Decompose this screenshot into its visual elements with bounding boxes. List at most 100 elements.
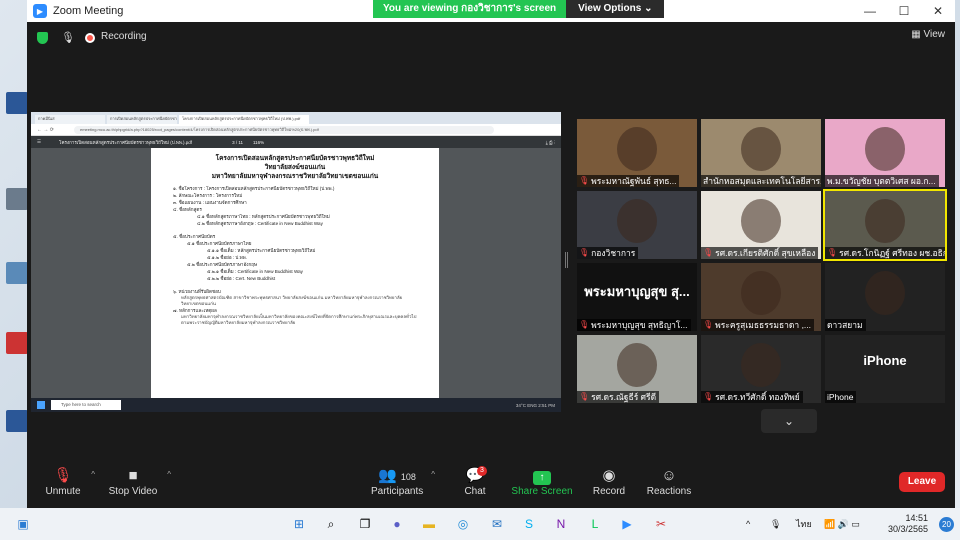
url-field: emeeting.mcu.ac.th/phpgrid/a.php?18025/r… bbox=[73, 125, 494, 134]
participant-video bbox=[617, 127, 657, 171]
windows-start-icon[interactable]: ⊞ bbox=[290, 516, 308, 532]
chat-label: Chat bbox=[464, 486, 486, 497]
participant-name-label: 🎙 รศ.ดร.ณัฐธีร์ ศรีดี bbox=[577, 391, 660, 403]
caret-up-icon[interactable]: ^ bbox=[167, 470, 171, 479]
participant-tile[interactable]: 🎙 รศ.ดร.เกียรติศักดิ์ สุขเหลือง bbox=[701, 191, 821, 259]
smiley-icon: ☺ bbox=[661, 467, 677, 484]
file-explorer-icon[interactable]: ▬ bbox=[420, 516, 438, 532]
doc-heading-line: มหาวิทยาลัยมหาจุฬาลงกรณราชวิทยาลัยวิทยาเ… bbox=[211, 173, 379, 180]
participant-name-label: พ.ม.ขวัญชัย บุตตวิเศส ผอ.ก... bbox=[825, 175, 939, 187]
reactions-button[interactable]: ☺ Reactions bbox=[645, 466, 693, 497]
participant-tile[interactable]: พ.ม.ขวัญชัย บุตตวิเศส ผอ.ก... bbox=[825, 119, 945, 187]
doc-paragraph-2: มหาวิทยาลัยมหาจุฬาลงกรณราชวิทยาลัยเป็นมห… bbox=[181, 314, 417, 325]
onenote-icon[interactable]: N bbox=[552, 516, 570, 532]
participants-label: Participants bbox=[371, 486, 424, 497]
record-icon: ◉ bbox=[602, 467, 616, 484]
language-indicator[interactable]: ไทย bbox=[796, 508, 812, 540]
gallery-next-page-button[interactable]: ⌄ bbox=[761, 409, 817, 433]
participant-tile[interactable]: 🎙 รศ.ดร.ทวีศักดิ์ ทองทิพย์ bbox=[701, 335, 821, 403]
participant-name: iPhone bbox=[827, 392, 854, 402]
edge-icon[interactable]: ◎ bbox=[454, 516, 472, 532]
participant-name: พระมหาณัฐพันธ์ สุทธ... bbox=[591, 176, 677, 186]
widgets-icon[interactable]: ▣ bbox=[14, 516, 32, 532]
notification-badge[interactable]: 20 bbox=[939, 517, 954, 532]
pdf-page-indicator: 3 / 11 bbox=[232, 139, 243, 145]
view-options-button[interactable]: View Options ⌄ bbox=[566, 0, 665, 18]
security-shield-icon[interactable] bbox=[37, 32, 48, 44]
record-button[interactable]: ◉ Record bbox=[591, 466, 627, 497]
participant-tile[interactable]: 🎙 กองวิชาการ bbox=[577, 191, 697, 259]
view-button[interactable]: ▦ View bbox=[911, 29, 945, 40]
snipping-tool-icon[interactable]: ✂ bbox=[652, 516, 670, 532]
participants-button[interactable]: 👥 108 Participants ^ bbox=[371, 466, 435, 497]
unmute-button[interactable]: 🎙 Unmute ^ bbox=[43, 466, 95, 497]
window-title: Zoom Meeting bbox=[53, 5, 124, 17]
participant-tile[interactable]: 🎙 พระครูสุเมธธรรมธาดา ,... bbox=[701, 263, 821, 331]
doc-section-7: ๗. หลักการและเหตุผล bbox=[173, 308, 217, 313]
remote-tray: 34°C ENG 2:51 PM bbox=[515, 402, 555, 408]
mail-icon[interactable]: ✉ bbox=[488, 516, 506, 532]
reactions-label: Reactions bbox=[646, 486, 692, 497]
clock[interactable]: 14:51 30/3/2565 bbox=[888, 513, 928, 535]
teams-chat-icon[interactable]: ● bbox=[388, 516, 406, 532]
task-view-icon[interactable]: ❐ bbox=[356, 516, 374, 532]
clock-time: 14:51 bbox=[905, 513, 928, 523]
share-screen-button[interactable]: ↑ Share Screen bbox=[511, 466, 573, 497]
tray-overflow-icon[interactable]: ^ bbox=[746, 508, 750, 540]
participant-name-label: 🎙 รศ.ดร.โกนิฏฐ์ ศรีทอง ผช.อธิก... bbox=[825, 247, 945, 259]
download-print-icons: ⤓ ⎙ ⋮ bbox=[545, 139, 555, 145]
address-bar: ← → ⟳ emeeting.mcu.ac.th/phpgrid/a.php?1… bbox=[31, 124, 561, 136]
doc-line: ๓. ชื่อแผนงาน : แผนงานจัดการศึกษา bbox=[173, 200, 247, 205]
doc-paragraph-1: หลักสูตรพุทธศาสตรบัณฑิต สาขาวิชาพระพุทธศ… bbox=[181, 295, 403, 306]
zoom-taskbar-icon[interactable]: ▶ bbox=[618, 516, 636, 532]
muted-mic-icon: 🎙 bbox=[579, 176, 590, 185]
participant-tile[interactable]: พระมหาบุญสุข สุ... 🎙 พระมหาบุญสุข สุทธิญาโ… bbox=[577, 263, 697, 331]
participant-tile[interactable]: ดาวสยาม bbox=[825, 263, 945, 331]
participant-name-label: 🎙 รศ.ดร.ทวีศักดิ์ ทองทิพย์ bbox=[701, 391, 803, 403]
doc-line: ๕.๑.๑ ชื่อเต็ม : หลักสูตรประกาศนียบัตรชา… bbox=[207, 248, 316, 253]
participant-tile[interactable]: 🎙 รศ.ดร.โกนิฏฐ์ ศรีทอง ผช.อธิก... bbox=[823, 189, 947, 261]
participant-display-name: พระมหาบุญสุข สุ... bbox=[584, 284, 690, 299]
caret-up-icon[interactable]: ^ bbox=[91, 470, 95, 479]
doc-heading-line: วิทยาลัยสงฆ์ขอนแก่น bbox=[264, 164, 326, 171]
network-speaker-battery-icons[interactable]: 📶 🔊 ▭ bbox=[824, 508, 860, 540]
minimize-icon[interactable]: — bbox=[853, 0, 887, 22]
stop-video-button[interactable]: ■ Stop Video ^ bbox=[107, 466, 171, 497]
participant-tile[interactable]: สำนักหอสมุดและเทคโนโลยีสาร... bbox=[701, 119, 821, 187]
participant-name-label: 🎙 กองวิชาการ bbox=[577, 247, 639, 259]
participant-video bbox=[741, 199, 781, 243]
doc-line: ๔. ชื่อหลักสูตร bbox=[173, 207, 202, 212]
stop-video-label: Stop Video bbox=[108, 486, 158, 497]
remote-taskbar: Type here to search 34°C ENG 2:51 PM bbox=[31, 398, 561, 412]
participant-name-label: 🎙 พระมหาบุญสุข สุทธิญาโ... bbox=[577, 319, 691, 331]
participant-video bbox=[741, 271, 781, 315]
zoom-logo-icon: ▶ bbox=[33, 4, 47, 18]
search-icon[interactable]: ⌕ bbox=[322, 516, 340, 532]
unmute-label: Unmute bbox=[45, 486, 81, 497]
muted-mic-icon: 🎙 bbox=[579, 248, 590, 257]
doc-line: ๑. ชื่อโครงการ : โครงการเปิดสอนหลักสูตรป… bbox=[173, 186, 335, 191]
caret-up-icon[interactable]: ^ bbox=[431, 470, 435, 479]
participant-tile[interactable]: iPhone iPhone bbox=[825, 335, 945, 403]
participant-name-label: ดาวสยาม bbox=[825, 319, 866, 331]
chat-button[interactable]: 💬 3 Chat bbox=[459, 466, 491, 497]
participant-name: รศ.ดร.โกนิฏฐ์ ศรีทอง ผช.อธิก... bbox=[839, 248, 945, 258]
muted-mic-icon: 🎙 bbox=[703, 320, 714, 329]
browser-tab: กาคมีนิเส bbox=[35, 115, 105, 124]
line-icon[interactable]: L bbox=[586, 516, 604, 532]
leave-button[interactable]: Leave bbox=[899, 472, 945, 492]
skype-icon[interactable]: S bbox=[520, 516, 538, 532]
participant-tile[interactable]: 🎙 พระมหาณัฐพันธ์ สุทธ... bbox=[577, 119, 697, 187]
participant-video bbox=[865, 127, 905, 171]
doc-lines: ๑. ชื่อโครงการ : โครงการเปิดสอนหลักสูตรป… bbox=[173, 185, 417, 295]
share-screen-icon: ↑ bbox=[533, 471, 551, 485]
split-handle[interactable] bbox=[565, 252, 568, 268]
participant-name: พ.ม.ขวัญชัย บุตตวิเศส ผอ.ก... bbox=[827, 176, 936, 186]
maximize-icon[interactable]: ☐ bbox=[887, 0, 921, 22]
tray-mic-icon[interactable]: 🎙 bbox=[770, 508, 781, 540]
close-icon[interactable]: ✕ bbox=[921, 0, 955, 22]
doc-line: ๕. ชื่อประกาศนียบัตร bbox=[173, 234, 216, 239]
pdf-page: โครงการเปิดสอนหลักสูตรประกาศนียบัตรชาวพุ… bbox=[151, 148, 439, 398]
participant-tile[interactable]: 🎙 รศ.ดร.ณัฐธีร์ ศรีดี bbox=[577, 335, 697, 403]
recording-label: Recording bbox=[101, 31, 147, 42]
